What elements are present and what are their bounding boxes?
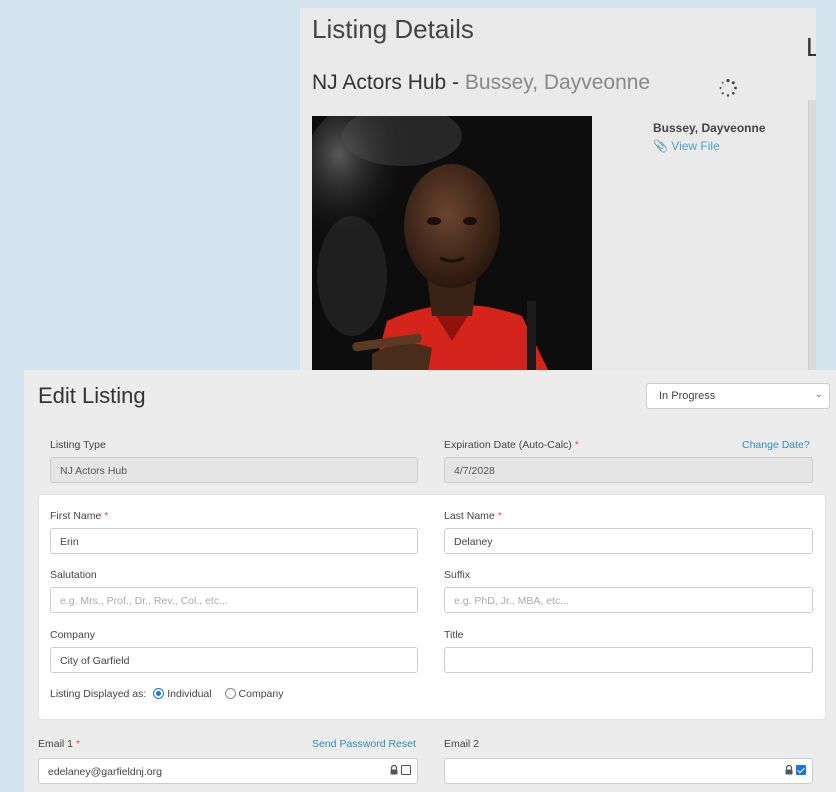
title-label: Title [444, 629, 464, 641]
email1-privacy-toggle[interactable] [389, 765, 411, 775]
view-file-link[interactable]: 📎 View File [653, 139, 720, 153]
status-value: In Progress [659, 390, 716, 402]
email1-value: edelaney@garfieldnj.org [48, 766, 162, 778]
listing-type-label: Listing Type [50, 439, 106, 451]
change-date-link[interactable]: Change Date? [742, 439, 810, 451]
clipped-heading: L [806, 32, 816, 62]
status-select[interactable]: In Progress ⌄ [646, 383, 830, 409]
individual-radio[interactable] [153, 688, 165, 699]
title-input[interactable] [444, 647, 813, 673]
individual-option-label[interactable]: Individual [167, 688, 211, 700]
email1-label: Email 1 * [38, 738, 81, 750]
salutation-label: Salutation [50, 569, 97, 581]
email2-private-checkbox[interactable] [796, 765, 806, 775]
subtitle-hub: NJ Actors Hub - [312, 71, 465, 94]
chevron-down-icon: ⌄ [814, 389, 823, 400]
suffix-label: Suffix [444, 569, 471, 581]
file-owner-name: Bussey, Dayveonne [653, 121, 766, 135]
lock-icon [785, 765, 793, 775]
expiration-field: 4/7/2028 [444, 457, 813, 483]
email2-privacy-toggle[interactable] [784, 765, 806, 775]
edit-listing-title: Edit Listing [38, 383, 146, 408]
displayed-as-group: Listing Displayed as: Individual Company [50, 688, 283, 700]
panel-divider [808, 100, 816, 370]
suffix-input[interactable]: e.g. PhD, Jr., MBA, etc... [444, 587, 813, 613]
displayed-as-label: Listing Displayed as: [50, 688, 147, 700]
company-option-label[interactable]: Company [239, 688, 284, 700]
edit-listing-panel: Edit Listing In Progress ⌄ Listing Type … [24, 370, 836, 792]
subtitle-name: Bussey, Dayveonne [464, 71, 651, 94]
first-name-input[interactable]: Erin [50, 528, 418, 554]
page-title: Listing Details [312, 14, 474, 44]
send-password-reset-link[interactable]: Send Password Reset [312, 738, 416, 750]
paperclip-icon: 📎 [653, 139, 668, 153]
listing-details-panel: Listing Details L NJ Actors Hub - Bussey… [300, 8, 816, 370]
email1-private-checkbox[interactable] [401, 765, 411, 775]
loading-spinner-icon [719, 78, 737, 97]
view-file-label: View File [671, 139, 720, 153]
email1-input[interactable]: edelaney@garfieldnj.org [38, 758, 418, 784]
listing-subtitle: NJ Actors Hub - Bussey, Dayveonne [312, 71, 650, 95]
email2-input[interactable] [444, 758, 813, 784]
first-name-label: First Name * [50, 510, 109, 522]
listing-type-field: NJ Actors Hub [50, 457, 418, 483]
email2-label: Email 2 [444, 738, 480, 750]
lock-icon [390, 765, 398, 775]
expiration-label: Expiration Date (Auto-Calc) * [444, 439, 579, 451]
profile-photo[interactable] [312, 116, 592, 370]
salutation-input[interactable]: e.g. Mrs., Prof., Dr., Rev., Col., etc..… [50, 587, 418, 613]
last-name-label: Last Name * [444, 510, 502, 522]
company-radio[interactable] [224, 688, 236, 699]
last-name-input[interactable]: Delaney [444, 528, 813, 554]
company-input[interactable]: City of Garfield [50, 647, 418, 673]
company-label: Company [50, 629, 95, 641]
